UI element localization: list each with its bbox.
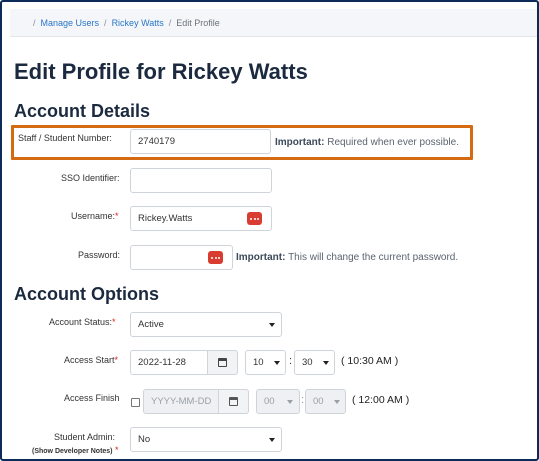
access-finish-date-input[interactable]: YYYY-MM-DD xyxy=(143,389,219,414)
note-strong: Important: xyxy=(275,137,325,148)
window-frame: / Manage Users / Rickey Watts / Edit Profile … xyxy=(0,0,539,461)
password-label: Password: xyxy=(78,250,121,260)
staff-number-label: Staff / Student Number: xyxy=(18,133,112,143)
access-finish-checkbox[interactable] xyxy=(131,398,140,407)
section-account-details: Account Details xyxy=(14,101,151,121)
sso-input[interactable] xyxy=(130,168,272,193)
dot xyxy=(249,217,252,220)
required-mark: * xyxy=(115,445,119,455)
dot xyxy=(210,256,213,259)
chevron-down-icon xyxy=(323,361,329,365)
required-mark: * xyxy=(114,355,119,365)
breadcrumb-separator: / xyxy=(33,18,36,28)
dot xyxy=(253,217,256,220)
chevron-down-icon xyxy=(269,438,275,442)
access-finish-calendar-button[interactable] xyxy=(218,389,249,414)
note-text: Required when ever possible. xyxy=(327,137,459,148)
account-status-label: Account Status:* xyxy=(49,317,116,327)
calendar-icon xyxy=(218,358,227,367)
password-generate-button[interactable] xyxy=(208,251,223,264)
account-status-label-text: Account Status: xyxy=(49,317,113,327)
required-mark: * xyxy=(115,211,119,221)
chevron-down-icon xyxy=(269,323,275,327)
page-title: Edit Profile for Rickey Watts xyxy=(14,59,308,84)
required-mark: * xyxy=(112,317,116,327)
account-status-select[interactable]: Active xyxy=(130,312,282,337)
time-colon: : xyxy=(301,394,305,406)
calendar-icon xyxy=(229,397,238,406)
note-text: This will change the current password. xyxy=(288,252,459,263)
breadcrumb-separator: / xyxy=(104,18,107,28)
section-account-options: Account Options xyxy=(14,284,159,304)
access-finish-hour-select[interactable]: 00 xyxy=(256,389,300,414)
password-note: Important: This will change the current … xyxy=(236,252,458,263)
username-label-text: Username: xyxy=(71,211,116,221)
access-finish-time-display: ( 12:00 AM ) xyxy=(352,394,410,406)
access-start-time-display: ( 10:30 AM ) xyxy=(341,355,399,367)
username-generate-button[interactable] xyxy=(247,212,262,225)
username-label: Username:* xyxy=(71,211,119,221)
time-colon: : xyxy=(289,355,293,367)
breadcrumb-current: Edit Profile xyxy=(176,18,220,28)
chevron-down-icon xyxy=(287,400,293,404)
student-admin-sub: (Show Developer Notes) * xyxy=(32,445,119,455)
breadcrumb: / Manage Users / Rickey Watts / Edit Profile xyxy=(10,9,537,37)
dot xyxy=(257,217,260,220)
student-admin-label: Student Admin: xyxy=(54,432,116,442)
breadcrumb-user[interactable]: Rickey Watts xyxy=(112,18,164,28)
sso-label: SSO Identifier: xyxy=(61,173,120,183)
access-start-date-input[interactable]: 2022-11-28 xyxy=(130,350,208,375)
access-start-calendar-button[interactable] xyxy=(207,350,238,375)
access-start-label-text: Access Start xyxy=(64,355,115,365)
access-finish-label: Access Finish xyxy=(64,393,120,403)
breadcrumb-separator: / xyxy=(168,18,172,28)
breadcrumb-manage-users[interactable]: Manage Users xyxy=(41,18,100,28)
show-developer-notes-link[interactable]: (Show Developer Notes) xyxy=(32,448,113,455)
staff-number-input[interactable]: 2740179 xyxy=(130,129,271,154)
note-strong: Important: xyxy=(236,252,286,263)
student-admin-select[interactable]: No xyxy=(130,427,282,452)
access-start-label: Access Start* xyxy=(64,355,118,365)
chevron-down-icon xyxy=(334,400,340,404)
staff-number-note: Important: Required when ever possible. xyxy=(275,137,459,148)
dot xyxy=(214,256,217,259)
dot xyxy=(218,256,221,259)
chevron-down-icon xyxy=(274,361,280,365)
